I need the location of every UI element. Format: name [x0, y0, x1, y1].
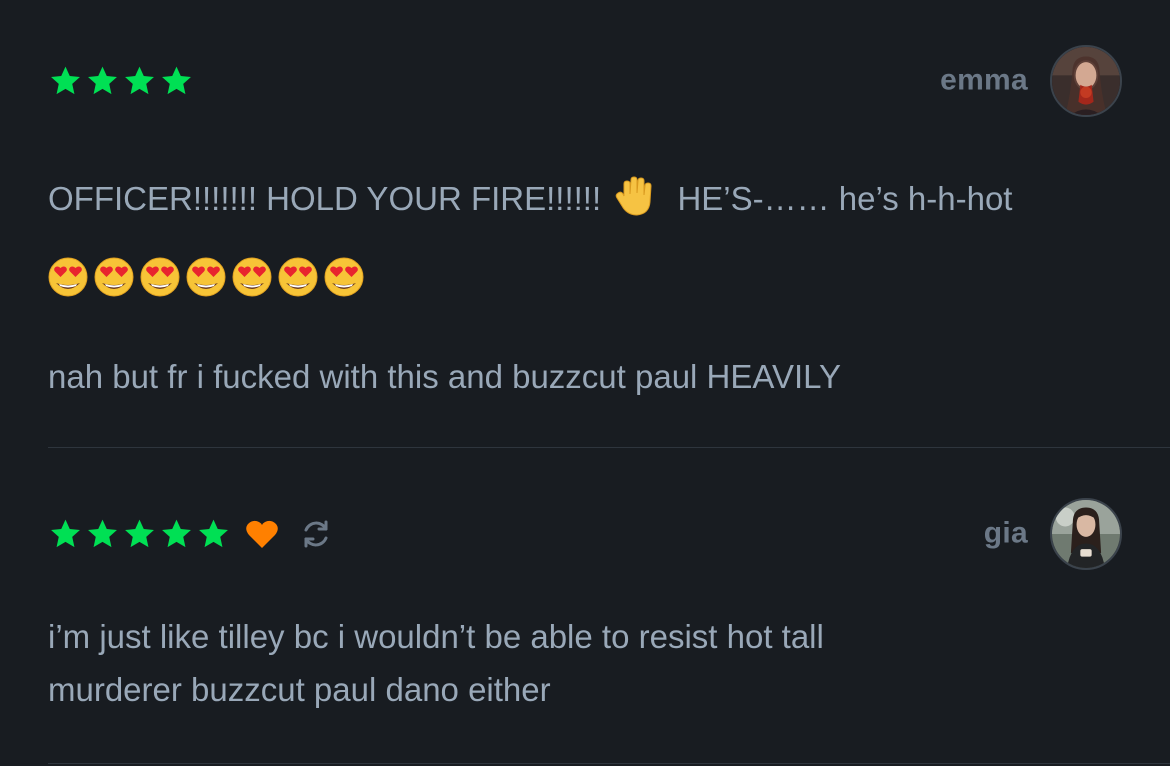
star-icon [199, 519, 228, 548]
heart-eyes-emoji-icon [140, 257, 180, 296]
review-text-line: i’m just like tilley bc i wouldn’t be ab… [48, 618, 824, 655]
review-card: emma OFFICER!!!!!!! HOLD YOUR FIRE!!!!!! [48, 0, 1170, 448]
review-card: gia i’m just like tilley bc i wouldn’t b… [48, 448, 1170, 764]
heart-eyes-emoji-icon [232, 257, 272, 296]
review-text-segment: OFFICER!!!!!!! HOLD YOUR FIRE!!!!!! [48, 180, 602, 217]
heart-eyes-emoji-icon [94, 257, 134, 296]
heart-eyes-emoji-icon [324, 257, 364, 296]
review-meta-icons [245, 517, 333, 551]
review-header: gia [48, 494, 1122, 574]
username[interactable]: gia [984, 516, 1028, 550]
review-text-line: murderer buzzcut paul dano either [48, 671, 551, 708]
star-rating [48, 518, 231, 551]
review-text-segment: nah but fr i fucked with this and buzzcu… [48, 358, 842, 395]
avatar[interactable] [1050, 45, 1122, 117]
rewatch-icon [299, 517, 333, 551]
star-icon [51, 519, 80, 548]
reviews-page: emma OFFICER!!!!!!! HOLD YOUR FIRE!!!!!! [0, 0, 1170, 766]
star-icon [162, 66, 191, 95]
star-rating [48, 65, 194, 98]
heart-icon [245, 519, 279, 549]
star-icon [125, 66, 154, 95]
emoji-line [48, 250, 1110, 303]
username[interactable]: emma [940, 63, 1028, 97]
review-header: emma [48, 41, 1122, 121]
star-icon [88, 66, 117, 95]
review-text-segment: HE’S-…… he’s h-h-hot [677, 180, 1013, 217]
star-icon [162, 519, 191, 548]
star-icon [125, 519, 154, 548]
star-icon [51, 66, 80, 95]
review-text-line: nah but fr i fucked with this and buzzcu… [48, 350, 1110, 403]
raised-hand-emoji-icon [616, 176, 652, 216]
heart-eyes-emoji-icon [186, 257, 226, 296]
review-text-line: OFFICER!!!!!!! HOLD YOUR FIRE!!!!!! HE’S… [48, 172, 1110, 225]
heart-eyes-emoji-icon [48, 257, 88, 296]
avatar[interactable] [1050, 498, 1122, 570]
review-text: i’m just like tilley bc i wouldn’t be ab… [48, 610, 1110, 716]
star-icon [88, 519, 117, 548]
heart-eyes-emoji-icon [278, 257, 318, 296]
